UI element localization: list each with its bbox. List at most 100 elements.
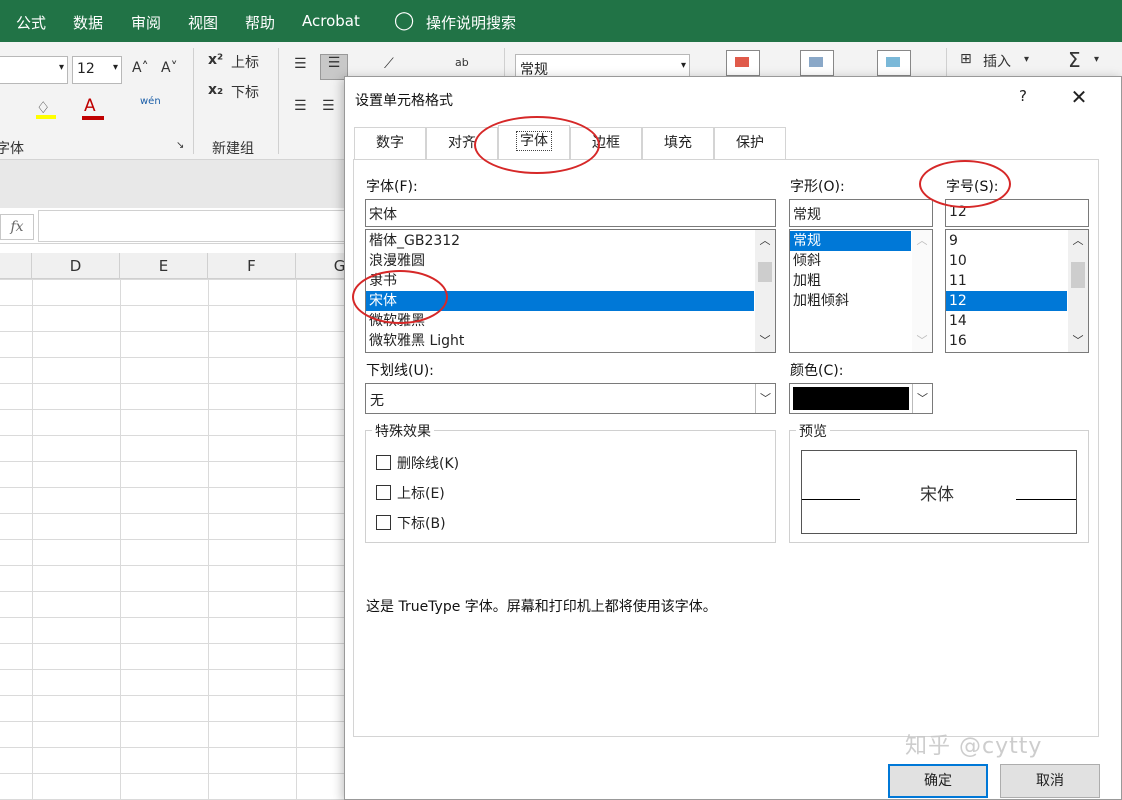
wrap-text-icon[interactable]: ab	[455, 56, 469, 69]
subscript-icon[interactable]: x₂	[208, 82, 223, 98]
scroll-up-icon[interactable]: ︿	[1068, 232, 1088, 250]
formula-input[interactable]	[38, 210, 350, 242]
style-input[interactable]: 常规	[789, 199, 933, 227]
font-list-scrollbar[interactable]: ︿ ﹀	[755, 230, 775, 352]
preview-title: 预览	[796, 421, 830, 441]
list-item-selected[interactable]: 12	[946, 291, 1067, 311]
preview-group: 预览 宋体	[789, 421, 1089, 543]
font-info-text: 这是 TrueType 字体。屏幕和打印机上都将使用该字体。	[366, 599, 717, 615]
style-label: 字形(O):	[790, 179, 845, 195]
close-icon[interactable]: ✕	[1065, 84, 1093, 110]
insert-dropdown-icon[interactable]: ▾	[1024, 54, 1029, 65]
cell-grid[interactable]	[0, 279, 350, 800]
scroll-thumb[interactable]	[758, 262, 772, 282]
insert-icon[interactable]: ⊞	[960, 51, 972, 67]
column-header-e[interactable]: E	[120, 253, 208, 279]
orientation-icon[interactable]: ⟋	[384, 56, 394, 72]
annotation-circle-font	[352, 270, 448, 324]
superscript-checkbox[interactable]: 上标(E)	[376, 483, 445, 503]
lightbulb-icon[interactable]: ◯	[394, 10, 414, 31]
list-item[interactable]: 浪漫雅圆	[366, 251, 775, 271]
tab-fill[interactable]: 填充	[642, 127, 714, 159]
tab-data[interactable]: 数据	[73, 12, 103, 33]
underline-combo[interactable]: 无 ﹀	[365, 383, 776, 414]
size-list-scrollbar[interactable]: ︿ ﹀	[1068, 230, 1088, 352]
cancel-button[interactable]: 取消	[1000, 764, 1100, 798]
list-item[interactable]: 16	[946, 331, 1088, 351]
scroll-down-icon: ﹀	[916, 334, 928, 347]
dialog-launcher-icon[interactable]: ↘	[176, 140, 184, 151]
font-label: 字体(F):	[366, 179, 418, 195]
superscript-label[interactable]: 上标	[231, 52, 259, 72]
subscript-label[interactable]: 下标	[231, 82, 259, 102]
list-item[interactable]: 楷体_GB2312	[366, 231, 775, 251]
list-item[interactable]: 11	[946, 271, 1088, 291]
list-item-selected[interactable]: 常规	[790, 231, 911, 251]
subscript-checkbox[interactable]: 下标(B)	[376, 513, 446, 533]
tab-font[interactable]: 字体	[498, 125, 570, 159]
strikethrough-checkbox[interactable]: 删除线(K)	[376, 453, 459, 473]
checkbox-label: 删除线(K)	[397, 456, 460, 472]
style-list-scrollbar: ︿ ﹀	[912, 230, 932, 352]
fill-color-icon[interactable]: ♢	[36, 98, 56, 119]
ribbon-tab-bar: 公式 数据 审阅 视图 帮助 Acrobat ◯ 操作说明搜索	[0, 0, 1122, 42]
column-header-d[interactable]: D	[32, 253, 120, 279]
excel-window: 公式 数据 审阅 视图 帮助 Acrobat ◯ 操作说明搜索 ▾ 12 ▾ A˄…	[0, 0, 1122, 800]
separator	[193, 48, 194, 154]
scroll-down-icon[interactable]: ﹀	[755, 332, 775, 350]
conditional-format-icon[interactable]	[726, 50, 760, 76]
list-item[interactable]: 加粗倾斜	[790, 291, 932, 311]
chevron-down-icon[interactable]: ﹀	[912, 384, 932, 413]
corner-cell[interactable]	[0, 253, 32, 279]
size-list[interactable]: 9 10 11 12 14 16 ︿ ﹀	[945, 229, 1089, 353]
new-group-label: 新建组	[212, 141, 254, 157]
fx-icon[interactable]: fx	[0, 214, 34, 240]
tab-protection[interactable]: 保护	[714, 127, 786, 159]
tell-me-search[interactable]: 操作说明搜索	[426, 12, 516, 33]
tab-acrobat[interactable]: Acrobat	[302, 12, 360, 30]
superscript-icon[interactable]: x²	[208, 52, 223, 68]
list-item[interactable]: 9	[946, 231, 1088, 251]
checkbox-icon	[376, 485, 391, 500]
phonetic-icon[interactable]: wén	[140, 96, 161, 107]
font-size-combo[interactable]: 12 ▾	[72, 56, 122, 84]
cell-styles-icon[interactable]	[877, 50, 911, 76]
color-picker[interactable]: ﹀	[789, 383, 933, 414]
list-item[interactable]: 倾斜	[790, 251, 932, 271]
column-headers: D E F G	[0, 253, 384, 279]
autosum-dropdown-icon[interactable]: ▾	[1094, 54, 1099, 65]
tab-formulas[interactable]: 公式	[16, 12, 46, 33]
ok-button[interactable]: 确定	[888, 764, 988, 798]
font-name-combo[interactable]: ▾	[0, 56, 68, 84]
scroll-thumb[interactable]	[1071, 262, 1085, 288]
chevron-down-icon[interactable]: ﹀	[755, 384, 775, 413]
checkbox-icon	[376, 455, 391, 470]
align-top-icon[interactable]: ☰	[294, 56, 307, 72]
tab-label: 对齐	[448, 135, 476, 151]
list-item[interactable]: 加粗	[790, 271, 932, 291]
format-as-table-icon[interactable]	[800, 50, 834, 76]
font-input[interactable]: 宋体	[365, 199, 776, 227]
list-item[interactable]: 10	[946, 251, 1088, 271]
scroll-down-icon[interactable]: ﹀	[1068, 332, 1088, 350]
tab-help[interactable]: 帮助	[245, 12, 275, 33]
tab-number[interactable]: 数字	[354, 127, 426, 159]
effects-title: 特殊效果	[372, 421, 434, 441]
style-list[interactable]: 常规 倾斜 加粗 加粗倾斜 ︿ ﹀	[789, 229, 933, 353]
tab-label: 数字	[376, 135, 404, 151]
underline-label: 下划线(U):	[366, 363, 434, 379]
insert-button[interactable]: 插入	[983, 51, 1011, 71]
list-item[interactable]: 14	[946, 311, 1088, 331]
shrink-font-icon[interactable]: A˅	[161, 60, 178, 76]
grow-font-icon[interactable]: A˄	[132, 60, 149, 76]
tab-view[interactable]: 视图	[188, 12, 218, 33]
align-center-icon[interactable]: ☰	[322, 98, 335, 114]
help-button[interactable]: ?	[1013, 87, 1033, 107]
list-item[interactable]: 微软雅黑 Light	[366, 331, 775, 351]
column-header-f[interactable]: F	[208, 253, 296, 279]
scroll-up-icon[interactable]: ︿	[755, 232, 775, 250]
font-color-icon[interactable]: A	[84, 96, 96, 116]
autosum-icon[interactable]: Σ	[1068, 48, 1081, 72]
tab-review[interactable]: 审阅	[131, 12, 161, 33]
align-left-icon[interactable]: ☰	[294, 98, 307, 114]
